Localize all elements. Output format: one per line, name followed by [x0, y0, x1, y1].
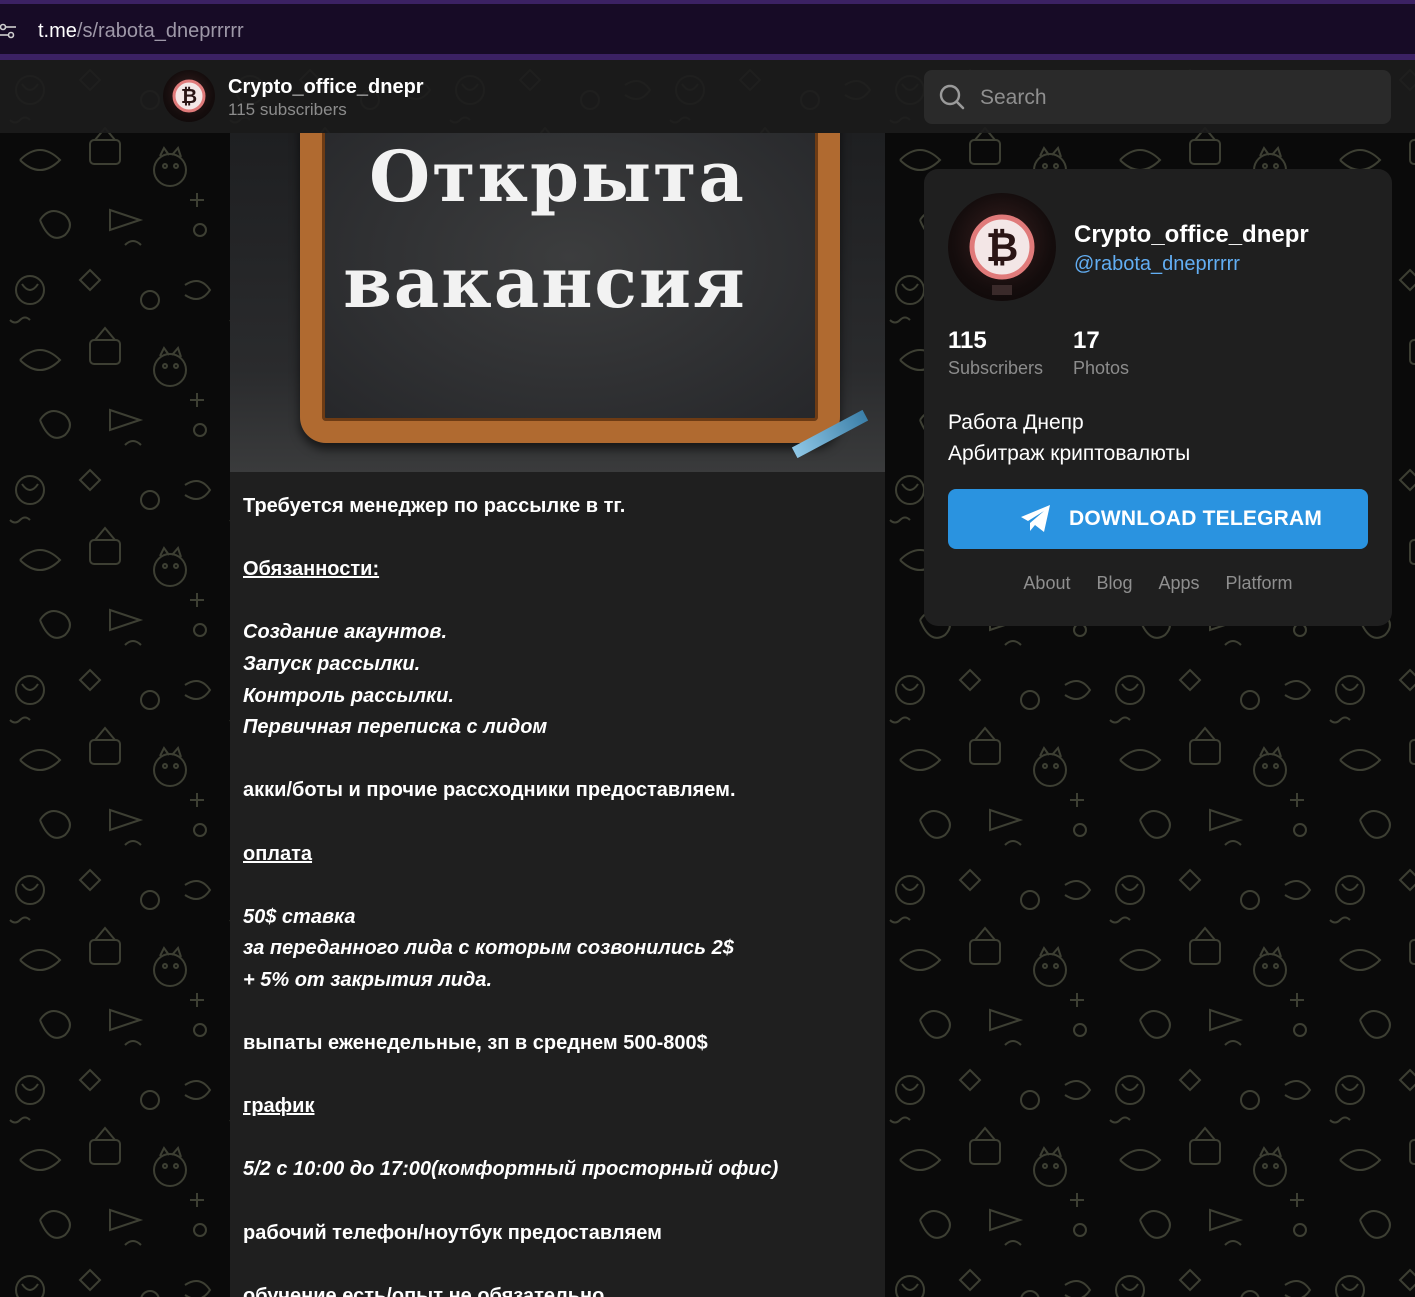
post-text-line: оплата — [243, 842, 313, 865]
svg-text:₿: ₿ — [986, 225, 1019, 271]
post-text-line: Запуск рассылки. — [243, 652, 421, 675]
post-blank-line — [243, 1186, 873, 1218]
subscriber-count: 115 subscribers — [228, 100, 347, 119]
post-blank-line — [243, 744, 873, 776]
post-image[interactable]: Открыта вакансия — [230, 133, 885, 472]
download-telegram-button[interactable]: DOWNLOAD TELEGRAM — [948, 489, 1368, 549]
stat-photos-value[interactable]: 17 — [1073, 327, 1100, 355]
stat-subscribers-value: 115 — [948, 327, 987, 354]
footer-link-about[interactable]: About — [1023, 573, 1070, 593]
site-settings-icon[interactable] — [0, 22, 16, 40]
search-icon — [939, 84, 965, 110]
post-text-line: Контроль рассылки. — [243, 684, 454, 707]
post-text-line: рабочий телефон/ноутбук предоставляем — [243, 1221, 662, 1244]
post-blank-line — [243, 523, 873, 555]
download-telegram-label: DOWNLOAD TELEGRAM — [1069, 507, 1323, 530]
channel-header: ₿ Crypto_office_dnepr 115 subscribers — [0, 60, 1415, 133]
post-text-line: Создание акаунтов. — [243, 621, 448, 644]
post-blank-line — [243, 1060, 873, 1092]
footer-link-blog[interactable]: Blog — [1096, 573, 1132, 593]
bitcoin-logo-icon: ₿ — [172, 79, 206, 113]
post-blank-line — [243, 997, 873, 1029]
description-line: Арбитраж криптовалюты — [948, 442, 1191, 465]
channel-avatar[interactable]: ₿ — [163, 70, 215, 122]
telegram-plane-icon — [1021, 505, 1050, 532]
image-text-line2: вакансия — [343, 241, 747, 324]
search-input[interactable] — [978, 80, 1372, 116]
image-text-line1: Открыта — [369, 135, 746, 218]
stat-photos-label[interactable]: Photos — [1073, 358, 1129, 379]
footer-link-apps[interactable]: Apps — [1159, 573, 1200, 593]
description-line: Работа Днепр — [948, 411, 1084, 434]
url-text[interactable]: t.me/s/rabota_dneprrrrr — [38, 20, 244, 43]
post-text-line: Первичная переписка с лидом — [243, 716, 548, 739]
bitcoin-logo-icon: ₿ — [969, 214, 1035, 295]
post-text: Требуется менеджер по рассылке в тг. Обяз… — [243, 491, 873, 1297]
footer-links: About Blog Apps Platform — [924, 573, 1392, 594]
post-blank-line — [243, 586, 873, 618]
search-box[interactable] — [924, 70, 1391, 124]
post-text-line: обучение есть/опыт не обязательно — [243, 1284, 605, 1297]
post-blank-line — [243, 870, 873, 902]
post-blank-line — [243, 1123, 873, 1155]
post-text-line: + 5% от закрытия лида. — [243, 968, 493, 991]
post-text-line: за переданного лида с которым созвонилис… — [243, 937, 734, 960]
channel-info-card: ₿ Crypto_office_dnepr @rabota_dneprrrrr … — [924, 169, 1392, 626]
card-channel-title: Crypto_office_dnepr — [1074, 221, 1309, 248]
post-text-line: акки/боты и прочие рассходники предостав… — [243, 779, 736, 802]
footer-link-platform[interactable]: Platform — [1226, 573, 1293, 593]
post-text-line: график — [243, 1095, 315, 1118]
post-text-line: 50$ ставка — [243, 905, 356, 928]
channel-description: Работа Днепр Арбитраж криптовалюты — [948, 407, 1190, 469]
post-text-line: Требуется менеджер по рассылке в тг. — [243, 495, 626, 517]
post-blank-line — [243, 807, 873, 839]
channel-title[interactable]: Crypto_office_dnepr — [228, 76, 424, 99]
channel-avatar-large: ₿ — [948, 193, 1056, 301]
stat-subscribers-label: Subscribers — [948, 358, 1044, 378]
browser-address-bar[interactable]: t.me/s/rabota_dneprrrrr — [0, 0, 1415, 60]
post-text-line: Обязанности: — [243, 558, 380, 581]
svg-text:₿: ₿ — [181, 84, 197, 108]
post-text-line: 5/2 с 10:00 до 17:00(комфортный просторн… — [243, 1158, 779, 1181]
post-text-line: выпаты еженедельные, зп в среднем 500-80… — [243, 1032, 708, 1055]
channel-handle-link[interactable]: @rabota_dneprrrrr — [1074, 253, 1240, 276]
channel-post: Открыта вакансия Требуется менеджер по р… — [230, 133, 885, 1297]
post-blank-line — [243, 1249, 873, 1281]
